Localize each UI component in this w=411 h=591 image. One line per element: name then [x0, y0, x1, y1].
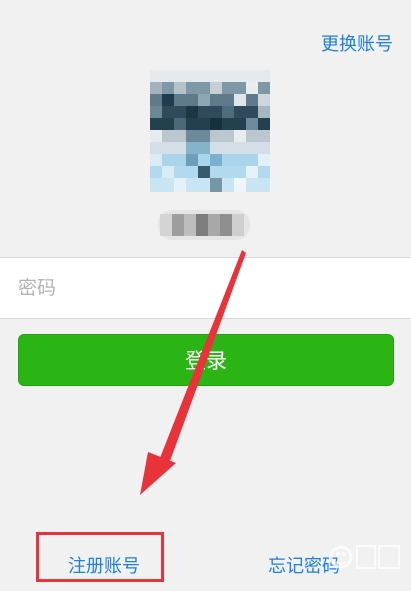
login-button[interactable]: 登录	[18, 334, 394, 386]
username-image	[158, 210, 250, 240]
switch-account-link[interactable]: 更换账号	[321, 30, 393, 56]
password-input[interactable]	[0, 258, 411, 318]
username-pixelated	[158, 210, 250, 240]
avatar-image	[150, 70, 270, 192]
register-highlight-box	[36, 532, 164, 582]
watermark-logo-icon	[329, 545, 400, 569]
password-row	[0, 257, 411, 319]
avatar	[150, 70, 270, 192]
